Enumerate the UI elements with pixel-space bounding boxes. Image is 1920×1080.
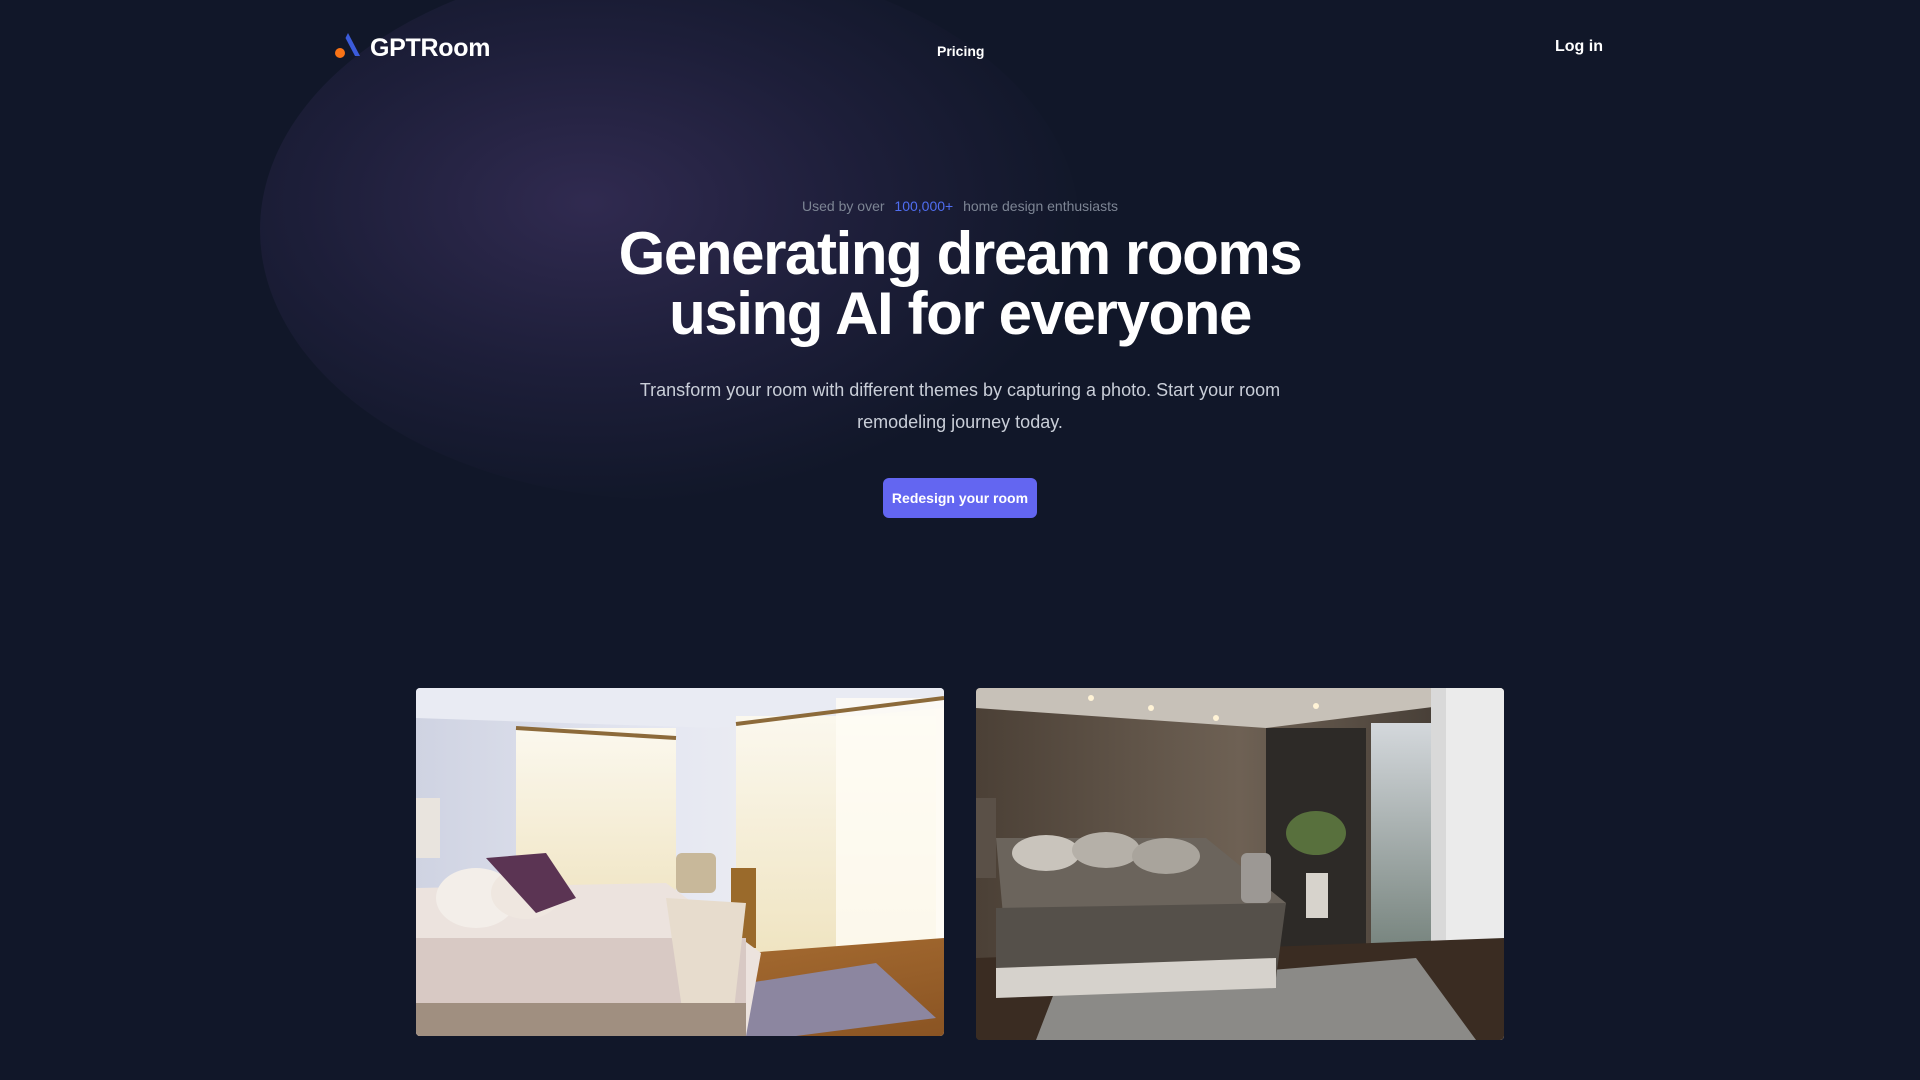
social-proof-count: 100,000+ <box>894 198 954 214</box>
social-proof-prefix: Used by over <box>802 198 885 214</box>
hero-description: Transform your room with different theme… <box>639 380 1281 432</box>
page-title: Generating dream rooms using AI for ever… <box>510 224 1410 344</box>
brand-name: GPTRoom <box>370 34 491 62</box>
page-title-line1: Generating dream rooms <box>618 220 1303 287</box>
header: GPTRoom Pricing Log in <box>0 0 1920 96</box>
login-link[interactable]: Log in <box>1555 38 1603 56</box>
page-title-line2: using AI for everyone <box>669 280 1252 347</box>
redesign-room-button[interactable]: Redesign your room <box>883 478 1037 518</box>
hero-section: Used by over 100,000+ home design enthus… <box>0 196 1920 518</box>
nav-pricing-link[interactable]: Pricing <box>937 43 984 59</box>
social-proof-suffix: home design enthusiasts <box>963 198 1118 214</box>
social-proof: Used by over 100,000+ home design enthus… <box>0 196 1920 216</box>
original-room-image <box>416 688 944 1036</box>
brand-logo-link[interactable]: GPTRoom <box>332 30 490 67</box>
logo-icon <box>332 30 370 67</box>
landing-page: GPTRoom Pricing Log in Used by over 100,… <box>0 0 1920 1080</box>
generated-room-image <box>976 688 1504 1040</box>
